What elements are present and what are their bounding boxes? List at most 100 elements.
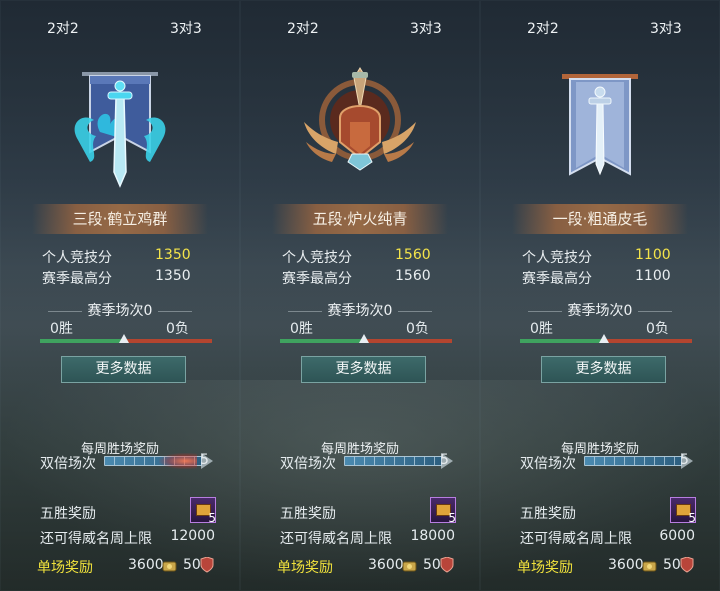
chest-count: 5 — [208, 511, 216, 525]
mode-tabs: 2对2 3对3 — [0, 18, 240, 42]
renown-cap-label: 还可得威名周上限 — [40, 531, 152, 547]
season-best-value: 1560 — [395, 268, 431, 284]
renown-cap-value: 6000 — [659, 528, 695, 544]
divider-left — [47, 310, 82, 312]
shield-icon — [200, 557, 214, 573]
personal-score-label: 个人竞技分 — [282, 250, 352, 266]
season-matches-title: 赛季场次0 — [480, 300, 720, 320]
season-best-row: 赛季最高分 1100 — [522, 268, 682, 288]
treasure-chest-icon[interactable]: 5 — [670, 497, 696, 525]
five-win-reward-label: 五胜奖励 — [280, 506, 336, 522]
loss-segment — [366, 339, 452, 343]
season-matches-title: 赛季场次0 — [240, 300, 480, 320]
season-matches-text: 赛季场次0 — [87, 303, 153, 319]
tab-2v2[interactable]: 2对2 — [527, 18, 559, 38]
more-data-button[interactable]: 更多数据 — [301, 356, 426, 383]
bar-ticks — [345, 457, 441, 465]
shield-icon — [440, 557, 454, 573]
honor-value: 50 — [663, 557, 681, 573]
personal-score-value: 1350 — [155, 247, 191, 263]
bar-ticks — [585, 457, 681, 465]
ratio-marker-icon — [359, 334, 369, 343]
personal-score-value: 1100 — [635, 247, 671, 263]
divider-right — [638, 310, 673, 312]
tab-3v3[interactable]: 3对3 — [410, 18, 442, 38]
divider-left — [287, 310, 322, 312]
single-match-reward-label: 单场奖励 — [277, 560, 333, 576]
coin-icon — [162, 561, 177, 572]
double-matches-count: 5 — [200, 452, 209, 468]
plain-banner-sword-icon — [562, 74, 638, 176]
win-segment — [40, 339, 126, 343]
double-matches-bar — [344, 456, 442, 466]
double-matches-label: 双倍场次 — [40, 456, 96, 472]
personal-score-label: 个人竞技分 — [522, 250, 592, 266]
more-data-button[interactable]: 更多数据 — [61, 356, 186, 383]
divider-left — [527, 310, 562, 312]
season-best-label: 赛季最高分 — [522, 271, 592, 287]
personal-score-row: 个人竞技分 1350 — [42, 247, 202, 267]
single-match-reward-label: 单场奖励 — [517, 560, 573, 576]
loss-segment — [126, 339, 212, 343]
season-best-value: 1350 — [155, 268, 191, 284]
losses-count: 0负 — [646, 321, 669, 337]
treasure-chest-icon[interactable]: 5 — [430, 497, 456, 525]
coin-icon — [642, 561, 657, 572]
chest-count: 5 — [688, 511, 696, 525]
treasure-chest-icon[interactable]: 5 — [190, 497, 216, 525]
ratio-marker-icon — [119, 334, 129, 343]
azure-dragon-banner-sword-icon — [74, 72, 166, 188]
honor-value: 50 — [183, 557, 201, 573]
double-matches-bar — [104, 453, 202, 469]
personal-score-label: 个人竞技分 — [42, 250, 112, 266]
win-segment — [520, 339, 606, 343]
win-loss-bar — [520, 334, 692, 343]
more-data-button[interactable]: 更多数据 — [541, 356, 666, 383]
rank-panel-3: 2对2 3对3 一段·粗通皮毛 个人竞技分 1100 赛季最高分 1100 赛季… — [480, 0, 720, 591]
tab-2v2[interactable]: 2对2 — [287, 18, 319, 38]
rank-panel-1: 2对2 3对3 三段·鹤立鸡群 个人竞技分 1350 赛季最高分 1350 赛季… — [0, 0, 240, 591]
five-win-reward-label: 五胜奖励 — [40, 506, 96, 522]
season-best-label: 赛季最高分 — [282, 271, 352, 287]
season-best-row: 赛季最高分 1560 — [282, 268, 442, 288]
loss-segment — [606, 339, 692, 343]
bar-glow — [159, 453, 197, 469]
season-best-label: 赛季最高分 — [42, 271, 112, 287]
season-matches-title: 赛季场次0 — [0, 300, 240, 320]
season-best-row: 赛季最高分 1350 — [42, 268, 202, 288]
coin-value: 3600 — [608, 557, 644, 573]
rank-name: 一段·粗通皮毛 — [512, 204, 688, 234]
season-best-value: 1100 — [635, 268, 671, 284]
mode-tabs: 2对2 3对3 — [240, 18, 480, 42]
tab-3v3[interactable]: 3对3 — [650, 18, 682, 38]
losses-count: 0负 — [406, 321, 429, 337]
double-matches-count: 5 — [680, 452, 689, 468]
coin-value: 3600 — [128, 557, 164, 573]
season-matches-text: 赛季场次0 — [567, 303, 633, 319]
five-win-reward-label: 五胜奖励 — [520, 506, 576, 522]
wins-count: 0胜 — [530, 321, 553, 337]
renown-cap-value: 12000 — [170, 528, 215, 544]
losses-count: 0负 — [166, 321, 189, 337]
honor-value: 50 — [423, 557, 441, 573]
personal-score-row: 个人竞技分 1100 — [522, 247, 682, 267]
win-loss-bar — [280, 334, 452, 343]
tab-2v2[interactable]: 2对2 — [47, 18, 79, 38]
personal-score-value: 1560 — [395, 247, 431, 263]
wins-count: 0胜 — [50, 321, 73, 337]
personal-score-row: 个人竞技分 1560 — [282, 247, 442, 267]
double-matches-label: 双倍场次 — [520, 456, 576, 472]
coin-icon — [402, 561, 417, 572]
renown-cap-label: 还可得威名周上限 — [280, 531, 392, 547]
single-match-reward-label: 单场奖励 — [37, 560, 93, 576]
tab-3v3[interactable]: 3对3 — [170, 18, 202, 38]
bronze-winged-crest-sword-icon — [304, 67, 416, 171]
season-matches-text: 赛季场次0 — [327, 303, 393, 319]
double-matches-bar — [584, 456, 682, 466]
shield-icon — [680, 557, 694, 573]
ratio-marker-icon — [599, 334, 609, 343]
mode-tabs: 2对2 3对3 — [480, 18, 720, 42]
win-loss-bar — [40, 334, 212, 343]
rank-name: 五段·炉火纯青 — [272, 204, 448, 234]
rank-panel-2: 2对2 3对3 五段·炉火纯青 个人竞技分 1560 赛季最高分 1560 赛季… — [240, 0, 480, 591]
